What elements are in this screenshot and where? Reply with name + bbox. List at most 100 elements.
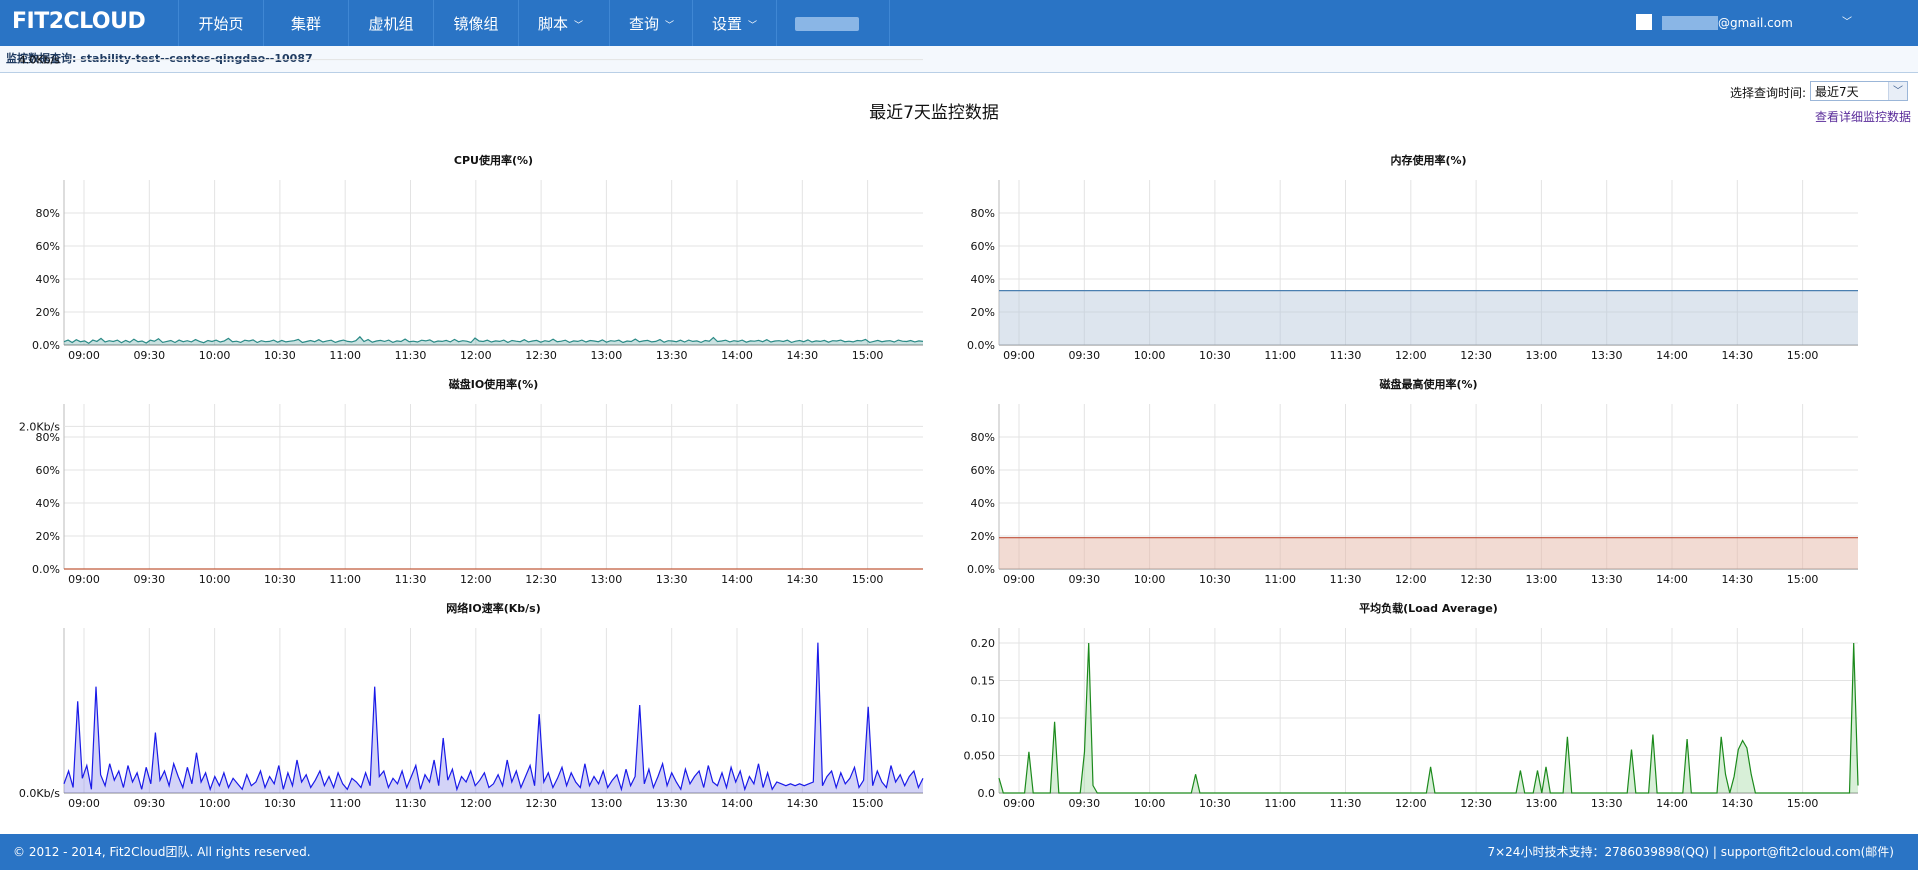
chart-svg: 平均负载(Load Average) 09:00 09:30 10:00 10:30 11…	[964, 601, 1859, 810]
x-tick-label: 14:00	[1656, 573, 1688, 586]
chevron-down-icon: ﹀	[1888, 82, 1907, 100]
chart-svg: 磁盘最高使用率(%) 09:00 09:30 10:00 10:30 11:00 11:30…	[967, 377, 1858, 586]
footer: © 2012 - 2014, Fit2Cloud团队. All rights r…	[0, 834, 1918, 870]
x-tick-label: 14:30	[786, 573, 818, 586]
x-tick-label: 09:30	[133, 797, 165, 810]
nav-item-settings[interactable]: 设置 ﹀	[692, 0, 776, 46]
x-tick-label: 10:30	[1199, 573, 1231, 586]
y-tick-label: 20%	[971, 530, 995, 543]
time-select-label: 选择查询时间:	[1730, 86, 1807, 100]
y-tick-label: 0.20	[971, 637, 996, 650]
detail-monitoring-link[interactable]: 查看详细监控数据	[1815, 108, 1911, 125]
x-tick-label: 14:30	[786, 797, 818, 810]
x-tick-label: 09:00	[68, 349, 100, 362]
series-area	[999, 537, 1858, 569]
x-tick-label: 10:00	[199, 349, 231, 362]
chart-memory: 内存使用率(%) 09:00 09:30 10:00 10:30 11:00 11:30 12…	[935, 150, 1865, 370]
x-tick-label: 12:30	[525, 797, 557, 810]
x-tick-label: 10:00	[199, 573, 231, 586]
x-tick-label: 13:30	[1591, 797, 1623, 810]
nav-item-start[interactable]: 开始页	[178, 0, 263, 46]
y-tick-label: 40%	[971, 273, 995, 286]
x-tick-label: 12:00	[460, 573, 492, 586]
nav-item-label: 脚本	[537, 15, 568, 33]
x-tick-label: 11:00	[1264, 797, 1296, 810]
x-tick-label: 10:00	[1134, 349, 1166, 362]
redacted-text-block	[795, 17, 859, 31]
x-tick-label: 11:00	[1264, 573, 1296, 586]
x-tick-label: 10:00	[199, 797, 231, 810]
nav-item-label: 开始页	[198, 15, 244, 33]
y-tick-label: 40%	[36, 497, 60, 510]
y-tick-label: 4.0Kb/s	[19, 54, 60, 67]
series-area	[64, 642, 923, 793]
x-tick-label: 09:00	[68, 573, 100, 586]
chart-svg: 内存使用率(%) 09:00 09:30 10:00 10:30 11:00 11:30 12…	[967, 153, 1858, 362]
nav-item-label: 虚机组	[368, 15, 414, 33]
series-line	[63, 642, 924, 792]
time-range-select[interactable]: 最近7天 ﹀	[1810, 81, 1908, 101]
chevron-down-icon: ﹀	[665, 21, 675, 31]
chart-title: CPU使用率(%)	[454, 153, 533, 167]
nav-item-script[interactable]: 脚本 ﹀	[518, 0, 602, 46]
y-tick-label: 0.0%	[32, 339, 60, 352]
chart-load-average: 平均负载(Load Average) 09:00 09:30 10:00 10:30 11…	[935, 598, 1865, 818]
y-tick-label: 80%	[36, 207, 60, 220]
y-tick-label: 0.0%	[32, 563, 60, 576]
y-tick-label: 0.050	[964, 750, 996, 763]
x-tick-label: 09:30	[1068, 573, 1100, 586]
y-tick-label: 20%	[971, 306, 995, 319]
chart-svg: 磁盘IO使用率(%) 09:00 09:30 10:00 10:30 11:00 11:30…	[32, 377, 923, 586]
x-tick-label: 09:00	[1003, 349, 1035, 362]
y-tick-label: 60%	[971, 464, 995, 477]
x-tick-label: 14:00	[721, 349, 753, 362]
x-tick-label: 11:30	[395, 349, 427, 362]
logo[interactable]: FIT2CLOUD	[12, 9, 146, 34]
x-tick-label: 15:00	[1787, 573, 1819, 586]
x-tick-label: 14:00	[721, 573, 753, 586]
y-tick-label: 0.0%	[967, 563, 995, 576]
x-tick-label: 11:30	[395, 573, 427, 586]
redacted-text-block	[1662, 16, 1718, 30]
x-tick-label: 12:00	[1395, 349, 1427, 362]
x-tick-label: 13:00	[1526, 349, 1558, 362]
nav-item-query[interactable]: 查询 ﹀	[609, 0, 693, 46]
x-tick-label: 13:30	[656, 797, 688, 810]
x-tick-label: 13:00	[591, 349, 623, 362]
nav-item-cluster[interactable]: 集群	[263, 0, 348, 46]
chart-title: 磁盘最高使用率(%)	[1379, 377, 1477, 391]
x-tick-label: 13:00	[1526, 797, 1558, 810]
x-tick-label: 09:30	[1068, 349, 1100, 362]
chevron-down-icon: ﹀	[1842, 17, 1852, 28]
y-tick-label: 40%	[971, 497, 995, 510]
nav-item-vm-group[interactable]: 虚机组	[348, 0, 433, 46]
chart-svg: 网络IO速率(Kb/s) 09:00 09:30 10:00 10:30 11:00 11:…	[19, 54, 924, 810]
x-tick-label: 12:00	[460, 797, 492, 810]
y-tick-label: 40%	[36, 273, 60, 286]
y-tick-label: 20%	[36, 306, 60, 319]
chart-svg: CPU使用率(%) 09:00 09:30 10:00 10:30 11:00 11:30 1…	[32, 153, 924, 362]
x-tick-label: 14:30	[786, 349, 818, 362]
top-navbar: FIT2CLOUD 开始页 集群 虚机组 镜像组 脚本 ﹀ 查询 ﹀ 设置 ﹀ @gm…	[0, 0, 1918, 46]
x-tick-label: 11:30	[1330, 797, 1362, 810]
nav-item-image-group[interactable]: 镜像组	[433, 0, 518, 46]
x-tick-label: 10:30	[264, 573, 296, 586]
x-tick-label: 13:30	[1591, 573, 1623, 586]
x-tick-label: 09:00	[1003, 573, 1035, 586]
time-select-value: 最近7天	[1815, 85, 1859, 99]
x-tick-label: 13:30	[656, 349, 688, 362]
x-tick-label: 10:00	[1134, 797, 1166, 810]
x-tick-label: 10:30	[264, 797, 296, 810]
chevron-down-icon: ﹀	[574, 21, 584, 31]
x-tick-label: 11:00	[329, 573, 361, 586]
chart-disk-max: 磁盘最高使用率(%) 09:00 09:30 10:00 10:30 11:00 11:30…	[935, 374, 1865, 594]
y-tick-label: 60%	[971, 240, 995, 253]
x-tick-label: 11:30	[1330, 573, 1362, 586]
nav-item-redacted[interactable]	[776, 0, 890, 46]
x-tick-label: 13:00	[591, 573, 623, 586]
chevron-down-icon: ﹀	[748, 21, 758, 31]
x-tick-label: 11:30	[395, 797, 427, 810]
x-tick-label: 14:30	[1721, 349, 1753, 362]
x-tick-label: 12:30	[525, 573, 557, 586]
x-tick-label: 15:00	[852, 797, 884, 810]
